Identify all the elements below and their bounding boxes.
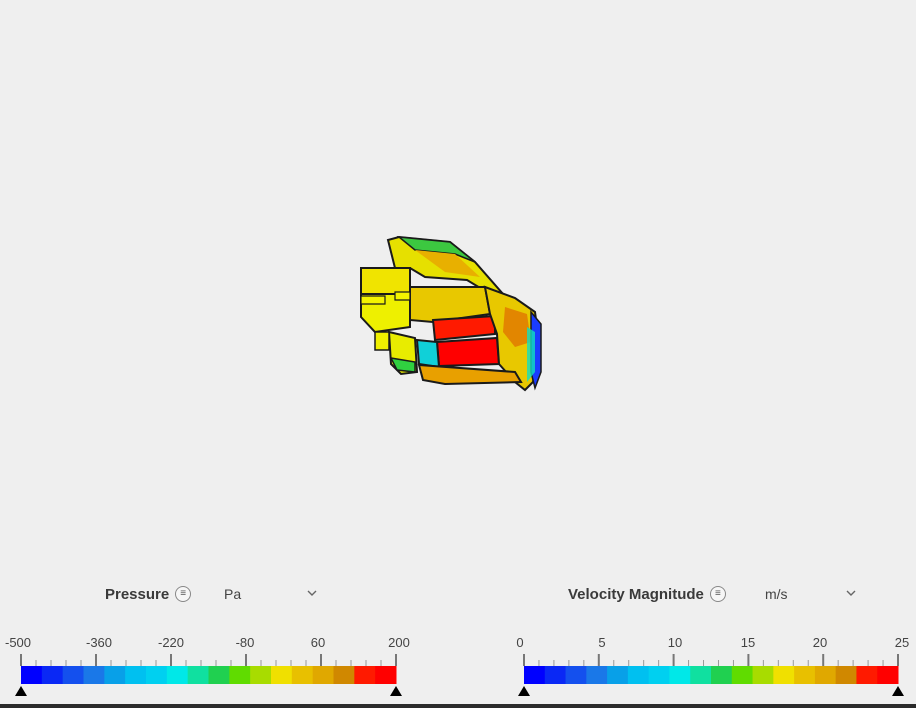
pressure-color-segment [62, 666, 84, 684]
velocity-tick-label: 0 [516, 635, 524, 650]
car-pressure-model [360, 235, 542, 392]
pressure-color-segment [187, 666, 209, 684]
pressure-legend-title: Pressure [105, 585, 170, 603]
velocity-color-segment [627, 666, 650, 684]
pressure-tick-label: -500 [4, 635, 32, 650]
pressure-unit-value: Pa [224, 586, 242, 602]
pressure-tick-label: -80 [235, 635, 255, 650]
velocity-color-segment [607, 666, 629, 684]
menu-icon[interactable]: ≡ [709, 586, 726, 602]
velocity-tick-label: 20 [812, 635, 828, 650]
pressure-color-segment [229, 666, 251, 684]
pressure-min-handle-icon[interactable] [15, 686, 27, 696]
pressure-color-segment [41, 666, 64, 684]
pressure-color-segment [375, 666, 397, 684]
menu-icon[interactable]: ≡ [175, 586, 192, 602]
velocity-color-segment [711, 666, 733, 684]
velocity-legend-title: Velocity Magnitude [568, 585, 704, 603]
velocity-color-segment [565, 666, 587, 684]
velocity-color-segment [648, 666, 670, 684]
pressure-legend: Pressure ≡ Pa -500 -360 -220 -80 60 200 [0, 578, 430, 708]
pressure-color-segment [271, 666, 293, 684]
velocity-legend: Velocity Magnitude ≡ m/s 0 5 10 15 20 25 [500, 578, 916, 708]
velocity-color-segment [524, 666, 546, 684]
3d-viewport[interactable] [0, 0, 916, 575]
pressure-max-handle-icon[interactable] [390, 686, 402, 696]
pressure-unit-select[interactable]: Pa [224, 584, 318, 604]
velocity-color-segment [773, 666, 795, 684]
velocity-color-segment [794, 666, 816, 684]
pressure-tick-label: 60 [310, 635, 326, 650]
velocity-max-handle-icon[interactable] [892, 686, 904, 696]
pressure-color-segment [250, 666, 272, 684]
pressure-color-segment [312, 666, 334, 684]
pressure-color-segment [291, 666, 314, 684]
velocity-min-handle-icon[interactable] [518, 686, 530, 696]
pressure-color-segment [83, 666, 105, 684]
pressure-color-segment [166, 666, 189, 684]
pressure-legend-header: Pressure ≡ [105, 584, 192, 604]
velocity-color-segment [544, 666, 567, 684]
velocity-tick-label: 25 [894, 635, 910, 650]
pressure-colorbar [15, 654, 402, 696]
chevron-down-icon [307, 590, 317, 596]
velocity-color-segment [835, 666, 857, 684]
velocity-color-segment [690, 666, 712, 684]
pressure-color-segment [208, 666, 230, 684]
velocity-unit-select[interactable]: m/s [765, 584, 857, 604]
velocity-tick-label: 15 [740, 635, 756, 650]
pressure-tick-label: -360 [85, 635, 113, 650]
bottom-divider [0, 704, 916, 708]
velocity-tick-label: 5 [598, 635, 606, 650]
pressure-color-segment [104, 666, 126, 684]
pressure-tick-label: -220 [157, 635, 185, 650]
velocity-legend-header: Velocity Magnitude ≡ [568, 584, 726, 604]
pressure-color-segment [354, 666, 376, 684]
chevron-down-icon [846, 590, 856, 596]
velocity-color-segment [877, 666, 899, 684]
velocity-unit-value: m/s [765, 586, 788, 602]
pressure-tick-label: 200 [388, 635, 410, 650]
pressure-color-segment [146, 666, 168, 684]
velocity-color-segment [856, 666, 878, 684]
pressure-color-segment [21, 666, 43, 684]
velocity-color-segment [586, 666, 608, 684]
velocity-color-segment [669, 666, 691, 684]
velocity-color-segment [731, 666, 754, 684]
velocity-color-segment [814, 666, 837, 684]
velocity-tick-label: 10 [667, 635, 683, 650]
pressure-color-segment [125, 666, 147, 684]
velocity-colorbar [518, 654, 904, 696]
pressure-color-segment [333, 666, 355, 684]
velocity-color-segment [752, 666, 774, 684]
